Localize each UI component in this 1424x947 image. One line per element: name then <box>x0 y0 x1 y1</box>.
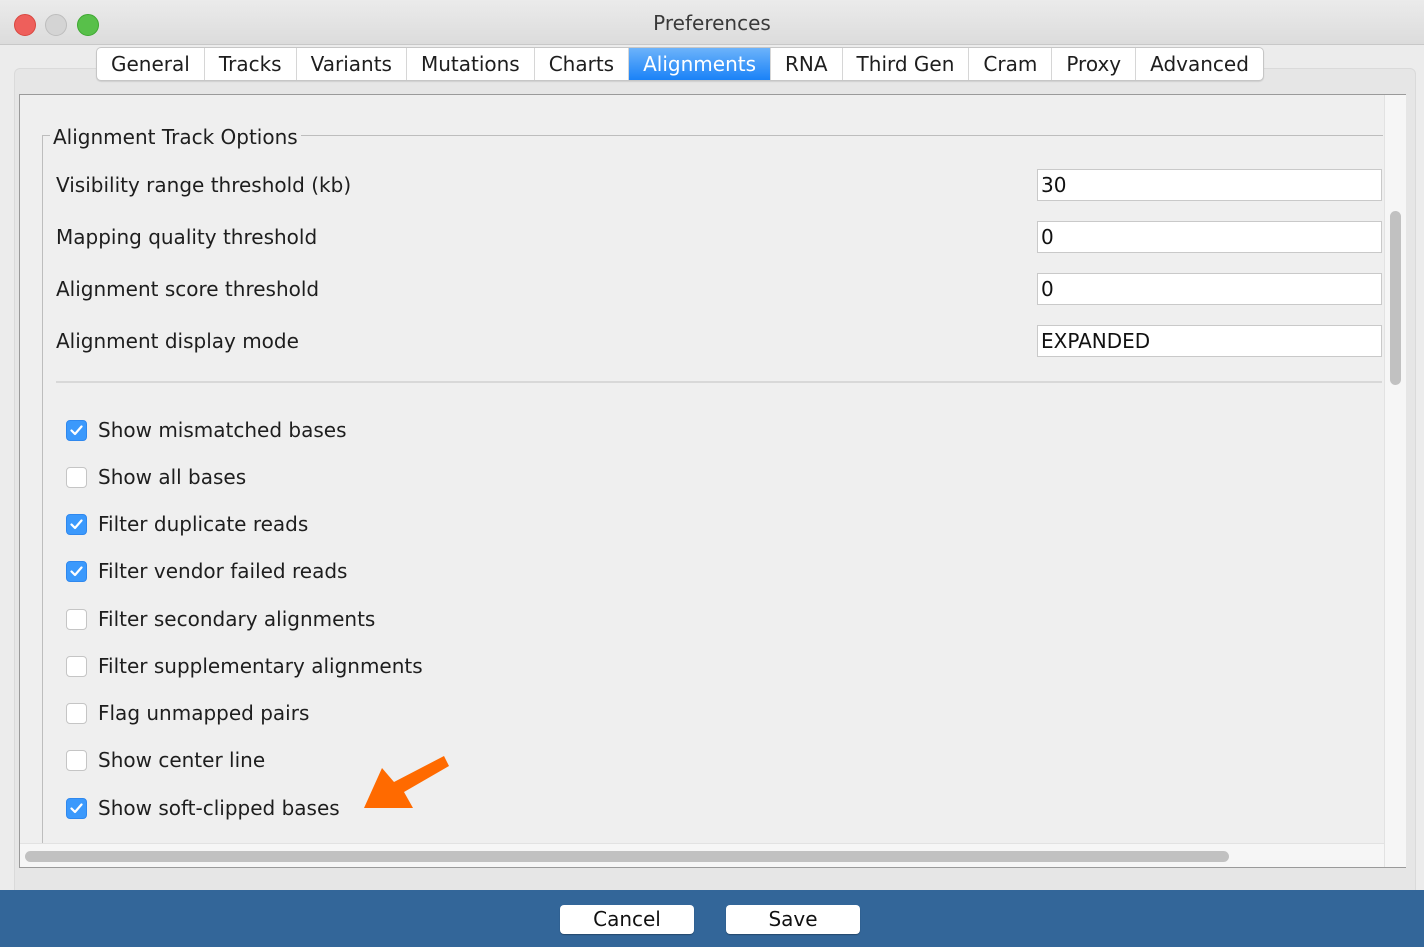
checkbox[interactable] <box>66 655 87 677</box>
checkmark-icon <box>70 565 83 576</box>
tab-tracks[interactable]: Tracks <box>205 48 297 80</box>
tab-mutations[interactable]: Mutations <box>407 48 535 80</box>
tab-variants[interactable]: Variants <box>297 48 407 80</box>
horizontal-scrollbar[interactable] <box>20 843 1384 867</box>
checkbox-row[interactable]: Show all bases <box>66 464 246 490</box>
alignments-settings-panel: Alignment Track Options Visibility range… <box>19 94 1406 868</box>
section-title: Alignment Track Options <box>50 125 301 149</box>
alignment-score-input[interactable] <box>1037 273 1382 305</box>
tab-advanced[interactable]: Advanced <box>1136 48 1263 80</box>
checkbox-row[interactable]: Show center line <box>66 747 265 773</box>
tab-rna[interactable]: RNA <box>771 48 843 80</box>
checkbox[interactable] <box>66 466 87 488</box>
save-button[interactable]: Save <box>726 905 860 934</box>
display-mode-input[interactable] <box>1037 325 1382 357</box>
tab-alignments[interactable]: Alignments <box>629 48 771 80</box>
checkbox-row[interactable]: Show soft-clipped bases <box>66 795 340 821</box>
checkbox-label: Show mismatched bases <box>98 418 347 442</box>
checkbox-label: Show center line <box>98 748 266 772</box>
mapping-quality-input[interactable] <box>1037 221 1382 253</box>
title-bar: Preferences <box>0 0 1424 45</box>
tab-cram[interactable]: Cram <box>969 48 1053 80</box>
horizontal-scrollbar-thumb[interactable] <box>25 851 1229 862</box>
visibility-range-input[interactable] <box>1037 169 1382 201</box>
checkbox-label: Filter duplicate reads <box>98 512 309 536</box>
tab-proxy[interactable]: Proxy <box>1052 48 1137 80</box>
checkbox[interactable] <box>66 513 87 535</box>
checkmark-icon <box>70 802 83 813</box>
divider <box>56 381 1382 383</box>
checkmark-icon <box>70 424 83 435</box>
checkbox-label: Flag unmapped pairs <box>98 701 310 725</box>
mapping-quality-label: Mapping quality threshold <box>56 225 318 249</box>
checkbox[interactable] <box>66 419 87 441</box>
checkbox-row[interactable]: Filter vendor failed reads <box>66 558 347 584</box>
checkbox-row[interactable]: Filter duplicate reads <box>66 511 308 537</box>
tab-bar: General Tracks Variants Mutations Charts… <box>96 47 1264 81</box>
visibility-range-label: Visibility range threshold (kb) <box>56 173 352 197</box>
tab-general[interactable]: General <box>97 48 205 80</box>
checkbox-row[interactable]: Filter secondary alignments <box>66 606 375 632</box>
display-mode-label: Alignment display mode <box>56 329 299 353</box>
arrow-annotation-icon <box>364 756 449 808</box>
alignment-score-label: Alignment score threshold <box>56 277 320 301</box>
checkbox-row[interactable]: Show mismatched bases <box>66 417 347 443</box>
tab-charts[interactable]: Charts <box>535 48 630 80</box>
cancel-button[interactable]: Cancel <box>560 905 694 934</box>
checkbox[interactable] <box>66 608 87 630</box>
vertical-scrollbar-thumb[interactable] <box>1390 211 1401 385</box>
checkbox-label: Filter secondary alignments <box>98 607 376 631</box>
vertical-scrollbar[interactable] <box>1384 95 1406 867</box>
checkbox[interactable] <box>66 702 87 724</box>
checkbox-label: Show soft-clipped bases <box>98 796 340 820</box>
window-title: Preferences <box>653 11 771 35</box>
tab-third-gen[interactable]: Third Gen <box>843 48 970 80</box>
checkbox-row[interactable]: Flag unmapped pairs <box>66 700 309 726</box>
checkbox[interactable] <box>66 560 87 582</box>
dialog-footer: Cancel Save <box>0 890 1424 947</box>
checkbox-row[interactable]: Filter supplementary alignments <box>66 653 423 679</box>
checkbox-label: Filter vendor failed reads <box>98 559 348 583</box>
checkbox-label: Show all bases <box>98 465 247 489</box>
checkbox[interactable] <box>66 749 87 771</box>
checkbox[interactable] <box>66 797 87 819</box>
checkbox-label: Filter supplementary alignments <box>98 654 423 678</box>
checkmark-icon <box>70 518 83 529</box>
